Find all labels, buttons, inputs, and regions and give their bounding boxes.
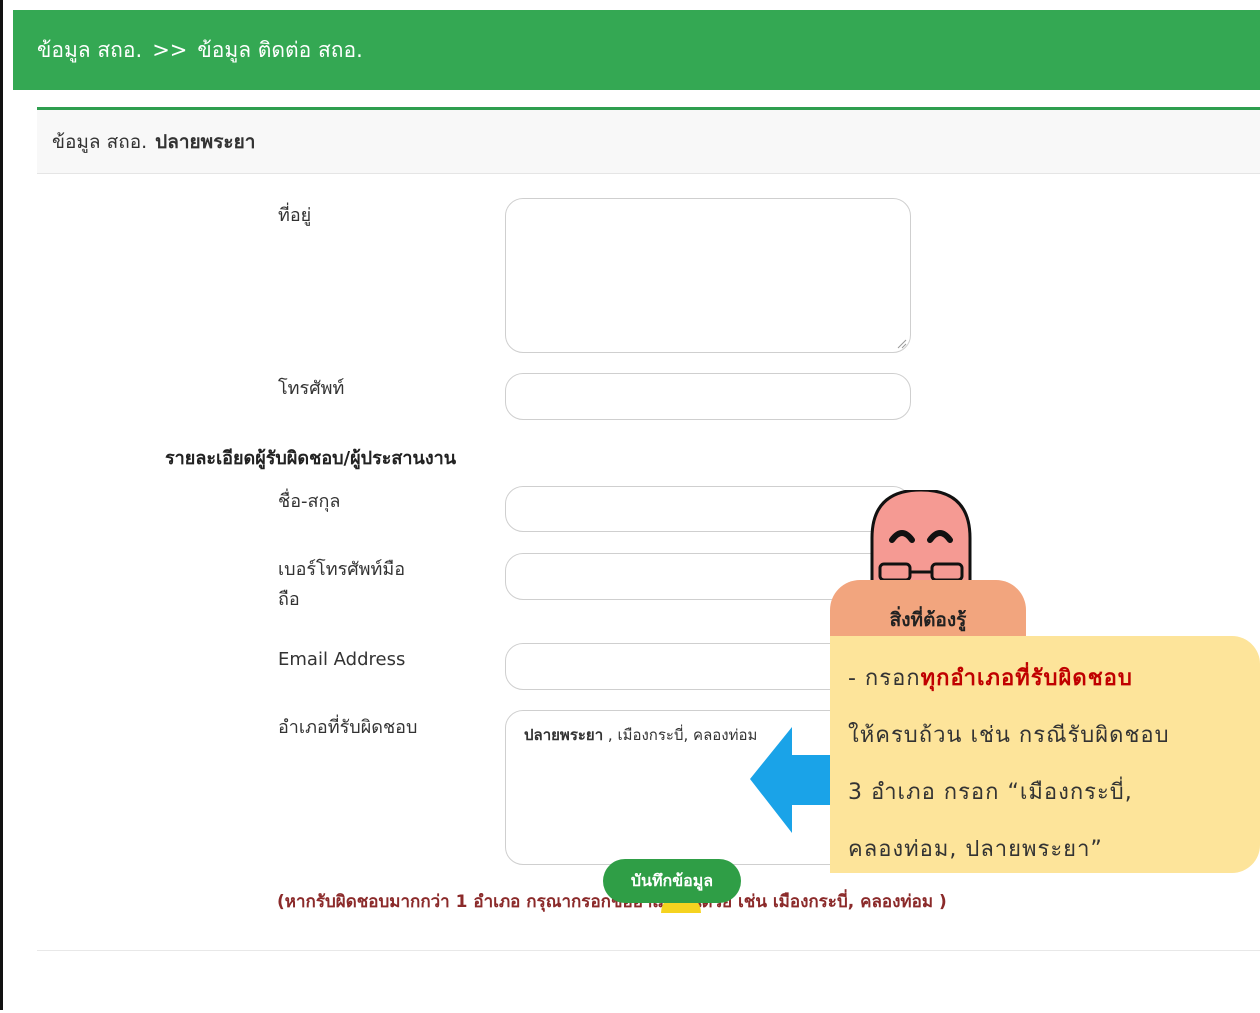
tip-panel: - กรอกทุกอำเภอที่รับผิดชอบ ให้ครบถ้วน เช… bbox=[830, 636, 1260, 873]
top-strip bbox=[0, 0, 1260, 8]
breadcrumb-current: ข้อมูล ติดต่อ สถอ. bbox=[197, 37, 363, 62]
resize-handle-icon[interactable] bbox=[897, 339, 907, 349]
name-label: ชื่อ-สกุล bbox=[278, 491, 341, 512]
district-value-others: , เมืองกระบี่, คลองท่อม bbox=[603, 726, 758, 744]
breadcrumb: ข้อมูล สถอ. >> ข้อมูล ติดต่อ สถอ. bbox=[13, 10, 1260, 90]
tip-line-1: - กรอกทุกอำเภอที่รับผิดชอบ bbox=[848, 666, 1133, 691]
breadcrumb-root[interactable]: ข้อมูล สถอ. bbox=[37, 34, 142, 67]
email-label: Email Address bbox=[278, 649, 406, 670]
tip-highlight: ทุกอำเภอที่รับผิดชอบ bbox=[920, 666, 1133, 691]
address-label: ที่อยู่ bbox=[278, 205, 312, 226]
tip-line-4: คลองท่อม, ปลายพระยา” bbox=[848, 837, 1103, 862]
district-value-primary: ปลายพระยา bbox=[524, 726, 604, 744]
address-textarea[interactable] bbox=[505, 198, 911, 353]
card-title-name: ปลายพระยา bbox=[155, 130, 256, 153]
window-left-border bbox=[0, 0, 3, 1010]
name-input[interactable] bbox=[505, 486, 911, 532]
mascot-icon bbox=[870, 490, 972, 586]
contact-section-title: รายละเอียดผู้รับผิดชอบ/ผู้ประสานงาน bbox=[165, 448, 457, 469]
phone-input[interactable] bbox=[505, 373, 911, 420]
arrow-left-icon bbox=[750, 727, 834, 833]
mobile-label-line2: ถือ bbox=[278, 589, 300, 610]
breadcrumb-separator: >> bbox=[152, 38, 188, 62]
phone-label: โทรศัพท์ bbox=[278, 378, 345, 399]
tip-line-2: ให้ครบถ้วน เช่น กรณีรับผิดชอบ bbox=[848, 723, 1170, 748]
footer-divider bbox=[37, 950, 1260, 951]
save-button[interactable]: บันทึกข้อมูล bbox=[603, 859, 741, 903]
card-title: ข้อมูล สถอ. ปลายพระยา bbox=[37, 110, 1260, 174]
card-title-prefix: ข้อมูล สถอ. bbox=[52, 130, 148, 153]
district-value: ปลายพระยา , เมืองกระบี่, คลองท่อม bbox=[524, 723, 757, 747]
tip-line-3: 3 อำเภอ กรอก “เมืองกระบี่, bbox=[848, 780, 1133, 805]
district-label: อำเภอที่รับผิดชอบ bbox=[278, 717, 418, 738]
mobile-label-line1: เบอร์โทรศัพท์มือ bbox=[278, 559, 406, 580]
